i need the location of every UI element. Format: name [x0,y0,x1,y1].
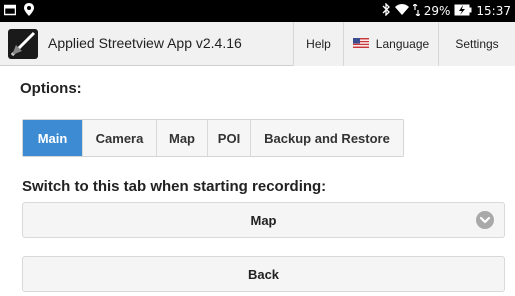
language-label: Language [375,37,430,51]
location-pin-icon [24,3,34,19]
bluetooth-icon [382,2,391,19]
recording-tab-label: Switch to this tab when starting recordi… [22,178,327,195]
battery-charging-icon [454,4,472,19]
help-label: Help [306,37,331,51]
settings-button[interactable]: Settings [438,22,515,66]
app-bar: Applied Streetview App v2.4.16 Help Lang… [0,22,515,66]
chevron-down-circle-icon [476,211,494,229]
app-title: Applied Streetview App v2.4.16 [48,35,242,51]
battery-percent: 29% [423,4,451,18]
back-button[interactable]: Back [22,256,505,292]
tab-map[interactable]: Map [157,120,208,156]
help-button[interactable]: Help [293,22,343,66]
tab-backup-and-restore[interactable]: Backup and Restore [251,120,403,156]
tab-camera[interactable]: Camera [83,120,157,156]
tab-poi[interactable]: POI [208,120,251,156]
language-button[interactable]: Language [343,22,438,66]
data-arrows-icon [412,2,421,19]
streetview-logo-icon [8,29,38,59]
options-heading: Options: [20,80,82,97]
clock: 15:37 [476,4,511,18]
tab-main[interactable]: Main [23,120,83,156]
recording-tab-select[interactable]: Map [22,202,505,238]
wifi-icon [394,3,409,19]
settings-label: Settings [455,37,499,51]
us-flag-icon [352,37,369,51]
select-value: Map [250,212,277,228]
options-tab-bar: Main Camera Map POI Backup and Restore [22,119,404,157]
status-bar: 29% 15:37 [0,0,515,22]
window-icon [3,4,17,19]
